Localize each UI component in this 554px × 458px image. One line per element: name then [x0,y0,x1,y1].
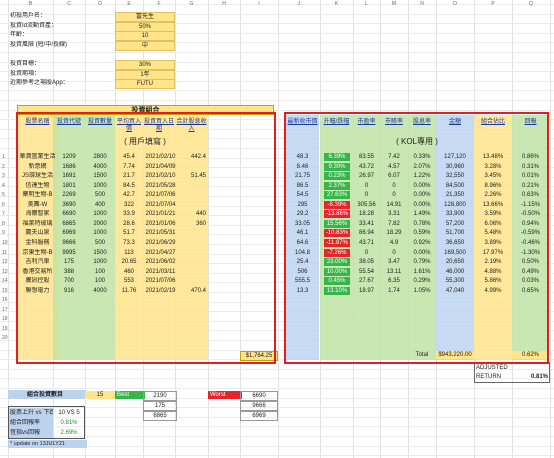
column-header-letter: N [420,1,424,7]
row-number: 5 [2,192,5,199]
info-label: 年齡： [10,32,29,39]
column-header-letter: B [28,1,33,7]
column-header-letter: Q [529,1,533,7]
grid-row-line [0,33,554,34]
column-header-letter: M [391,1,397,7]
col-e-1: 175 [143,401,177,411]
col-h-1: 9666 [240,401,278,411]
column-header-letter: P [491,1,495,7]
grid-column-line [278,0,279,458]
column-header-letter: D [98,1,102,7]
worst-label: Worst [208,391,242,399]
info-label: 投資風險 (短/中/長線) [10,41,67,48]
row-number: 2 [2,163,5,170]
column-header-letter: I [258,1,260,7]
grid-row-line [0,14,554,15]
best-label: Best [115,391,145,399]
col-e-2: 6865 [143,411,177,421]
row-number: 1 [2,154,5,160]
user-section-border [16,112,276,364]
row-number: 13 [2,268,8,275]
kol-section-border [284,112,549,364]
row-number: 7 [2,211,5,218]
grid-row-line [0,23,554,24]
worst-value: 6690 [240,391,278,401]
info-value[interactable]: FUTU [115,79,175,90]
info-label: 近期參考之場股App： [10,80,69,87]
best-value: 2190 [143,391,177,401]
row-number: 14 [2,278,8,285]
update-note: * update on 13JULY21 [8,440,87,448]
grid-row-line [0,378,554,379]
info-label: 投資期項： [10,70,41,77]
info-value[interactable]: 中 [115,40,175,51]
row-number: 9 [2,230,5,237]
grid-row-line [0,71,554,72]
row-number: 12 [2,259,8,266]
row-number: 4 [2,182,5,189]
adjusted-box [474,362,550,383]
row-number: 3 [2,173,5,180]
info-label: 初投用戶名： [10,13,47,19]
row-number: 17 [2,306,8,313]
row-number: 11 [2,249,8,256]
grid-row-line [0,62,554,63]
grid-row-line [0,369,554,370]
grid-row-line [0,455,554,456]
row-number: 20 [2,335,8,342]
grid-row-line [0,388,554,389]
column-header-letter: L [365,1,368,7]
column-header-letter: H [222,1,226,7]
info-value[interactable]: 50% [115,21,175,32]
row-number: 16 [2,297,8,304]
count-value: 15 [85,391,115,399]
row-number: 6 [2,201,5,208]
info-value[interactable]: 10 [115,31,175,42]
column-header-letter: E [127,1,131,7]
info-value[interactable]: 30% [115,60,175,70]
grid-row-line [0,81,554,82]
column-header-letter: C [67,1,71,7]
grid-row-line [0,42,554,43]
row-number: 15 [2,287,8,294]
row-number: 18 [2,316,8,323]
info-value[interactable]: 1年 [115,69,175,80]
col-h-2: 6969 [240,411,278,421]
grid-row-line [0,52,554,53]
column-header-letter: F [157,1,161,7]
count-label: 組合投資數目 [26,392,63,398]
column-header-letter: K [334,1,339,7]
row-number: 8 [2,220,5,227]
column-header-letter: G [189,1,194,7]
row-number: 19 [2,325,8,332]
grid-row-line [0,100,554,101]
column-header-letter: J [297,1,301,7]
grid-row-line [0,90,554,91]
info-label: 投資Id流動資產： [10,22,58,29]
grid-column-line [550,0,551,458]
info-value[interactable]: 富先生 [115,12,175,22]
info-label: 投資目標： [10,61,41,67]
row-number: 10 [2,239,8,246]
column-header-letter: O [453,1,457,7]
summary-box [8,406,85,439]
